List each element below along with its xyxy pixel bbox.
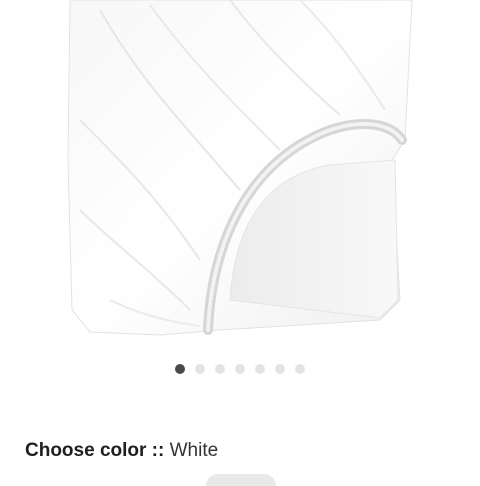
product-image[interactable] bbox=[0, 0, 480, 350]
carousel-dot[interactable] bbox=[215, 364, 225, 374]
carousel-dot[interactable] bbox=[255, 364, 265, 374]
carousel-dot[interactable] bbox=[275, 364, 285, 374]
color-selector[interactable]: Choose color :: White bbox=[25, 440, 218, 462]
fitted-sheet-image bbox=[67, 0, 413, 336]
carousel-dot[interactable] bbox=[175, 364, 185, 374]
carousel-dot[interactable] bbox=[235, 364, 245, 374]
carousel-dot[interactable] bbox=[195, 364, 205, 374]
image-carousel-dots bbox=[0, 364, 480, 374]
carousel-dot[interactable] bbox=[295, 364, 305, 374]
selected-color-value: White bbox=[169, 440, 219, 461]
color-swatch-peek[interactable] bbox=[206, 474, 276, 486]
color-label: Choose color :: bbox=[25, 440, 170, 461]
